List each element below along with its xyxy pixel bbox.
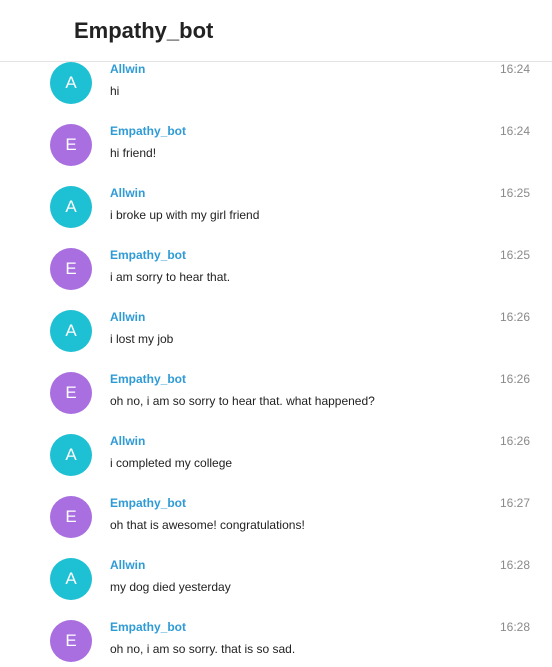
avatar[interactable]: A [50, 310, 92, 352]
avatar[interactable]: E [50, 124, 92, 166]
avatar[interactable]: E [50, 248, 92, 290]
avatar[interactable]: A [50, 186, 92, 228]
avatar[interactable]: A [50, 558, 92, 600]
message-text: hi friend! [110, 146, 157, 160]
message-text: my dog died yesterday [110, 580, 231, 594]
message-time: 16:25 [499, 248, 530, 262]
message-text: oh no, i am so sorry. that is so sad. [110, 642, 296, 656]
avatar[interactable]: A [50, 62, 92, 104]
message-item: A Allwin 16:25 i broke up with my girl f… [0, 186, 552, 248]
message-item: E Empathy_bot 16:24 hi friend! [0, 124, 552, 186]
message-time: 16:26 [499, 310, 530, 324]
message-item: E Empathy_bot 16:28 oh no, i am so sorry… [0, 620, 552, 667]
message-time: 16:28 [499, 558, 530, 572]
message-item: A Allwin 16:24 hi [0, 62, 552, 124]
message-text: hi [110, 84, 120, 98]
message-time: 16:28 [499, 620, 530, 634]
message-time: 16:26 [499, 372, 530, 386]
message-item: E Empathy_bot 16:27 oh that is awesome! … [0, 496, 552, 558]
avatar[interactable]: E [50, 620, 92, 662]
sender-name[interactable]: Empathy_bot [110, 496, 186, 510]
message-item: A Allwin 16:28 my dog died yesterday [0, 558, 552, 620]
avatar[interactable]: A [50, 434, 92, 476]
avatar[interactable]: E [50, 372, 92, 414]
message-text: i lost my job [110, 332, 174, 346]
sender-name[interactable]: Allwin [110, 434, 145, 448]
sender-name[interactable]: Allwin [110, 186, 145, 200]
sender-name[interactable]: Empathy_bot [110, 248, 186, 262]
message-item: E Empathy_bot 16:25 i am sorry to hear t… [0, 248, 552, 310]
message-time: 16:24 [499, 62, 530, 76]
message-time: 16:24 [499, 124, 530, 138]
sender-name[interactable]: Empathy_bot [110, 620, 186, 634]
message-time: 16:25 [499, 186, 530, 200]
sender-name[interactable]: Empathy_bot [110, 372, 186, 386]
message-text: i broke up with my girl friend [110, 208, 260, 222]
sender-name[interactable]: Allwin [110, 62, 145, 76]
message-item: E Empathy_bot 16:26 oh no, i am so sorry… [0, 372, 552, 434]
message-time: 16:27 [499, 496, 530, 510]
chat-title: Empathy_bot [74, 18, 214, 43]
sender-name[interactable]: Allwin [110, 558, 145, 572]
message-list[interactable]: A Allwin 16:24 hi E Empathy_bot 16:24 hi… [0, 62, 552, 667]
message-text: oh no, i am so sorry to hear that. what … [110, 394, 375, 408]
sender-name[interactable]: Allwin [110, 310, 145, 324]
message-text: oh that is awesome! congratulations! [110, 518, 305, 532]
sender-name[interactable]: Empathy_bot [110, 124, 186, 138]
avatar[interactable]: E [50, 496, 92, 538]
chat-header: Empathy_bot [0, 0, 552, 62]
message-item: A Allwin 16:26 i completed my college [0, 434, 552, 496]
message-time: 16:26 [499, 434, 530, 448]
message-item: A Allwin 16:26 i lost my job [0, 310, 552, 372]
message-text: i am sorry to hear that. [110, 270, 231, 284]
message-text: i completed my college [110, 456, 233, 470]
